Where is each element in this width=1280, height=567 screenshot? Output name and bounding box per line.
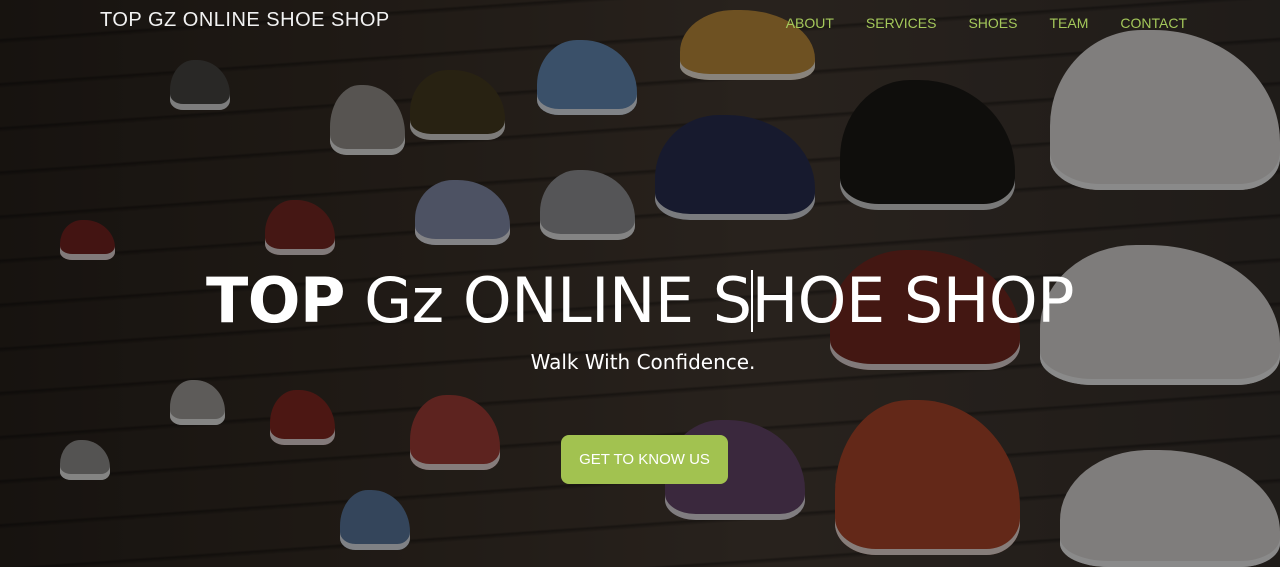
hero-title-part1: Gz ONLINE S — [364, 264, 752, 337]
nav-item-shoes[interactable]: SHOES — [952, 14, 1033, 32]
nav-item-services[interactable]: SERVICES — [850, 14, 953, 32]
site-brand[interactable]: TOP GZ ONLINE SHOE SHOP — [100, 9, 390, 32]
nav-item-contact[interactable]: CONTACT — [1104, 14, 1187, 32]
main-nav: ABOUT SERVICES SHOES TEAM CONTACT — [770, 14, 1187, 32]
hero-title-part2: HOE SHOP — [751, 264, 1075, 337]
hero-title-bold: TOP — [205, 264, 345, 337]
get-to-know-us-button[interactable]: GET TO KNOW US — [561, 435, 728, 484]
hero-tagline: Walk With Confidence. — [530, 350, 756, 374]
nav-item-about[interactable]: ABOUT — [770, 14, 850, 32]
hero-title: TOP Gz ONLINE SHOE SHOP — [0, 264, 1280, 337]
nav-item-team[interactable]: TEAM — [1033, 14, 1104, 32]
typing-cursor — [750, 269, 753, 332]
